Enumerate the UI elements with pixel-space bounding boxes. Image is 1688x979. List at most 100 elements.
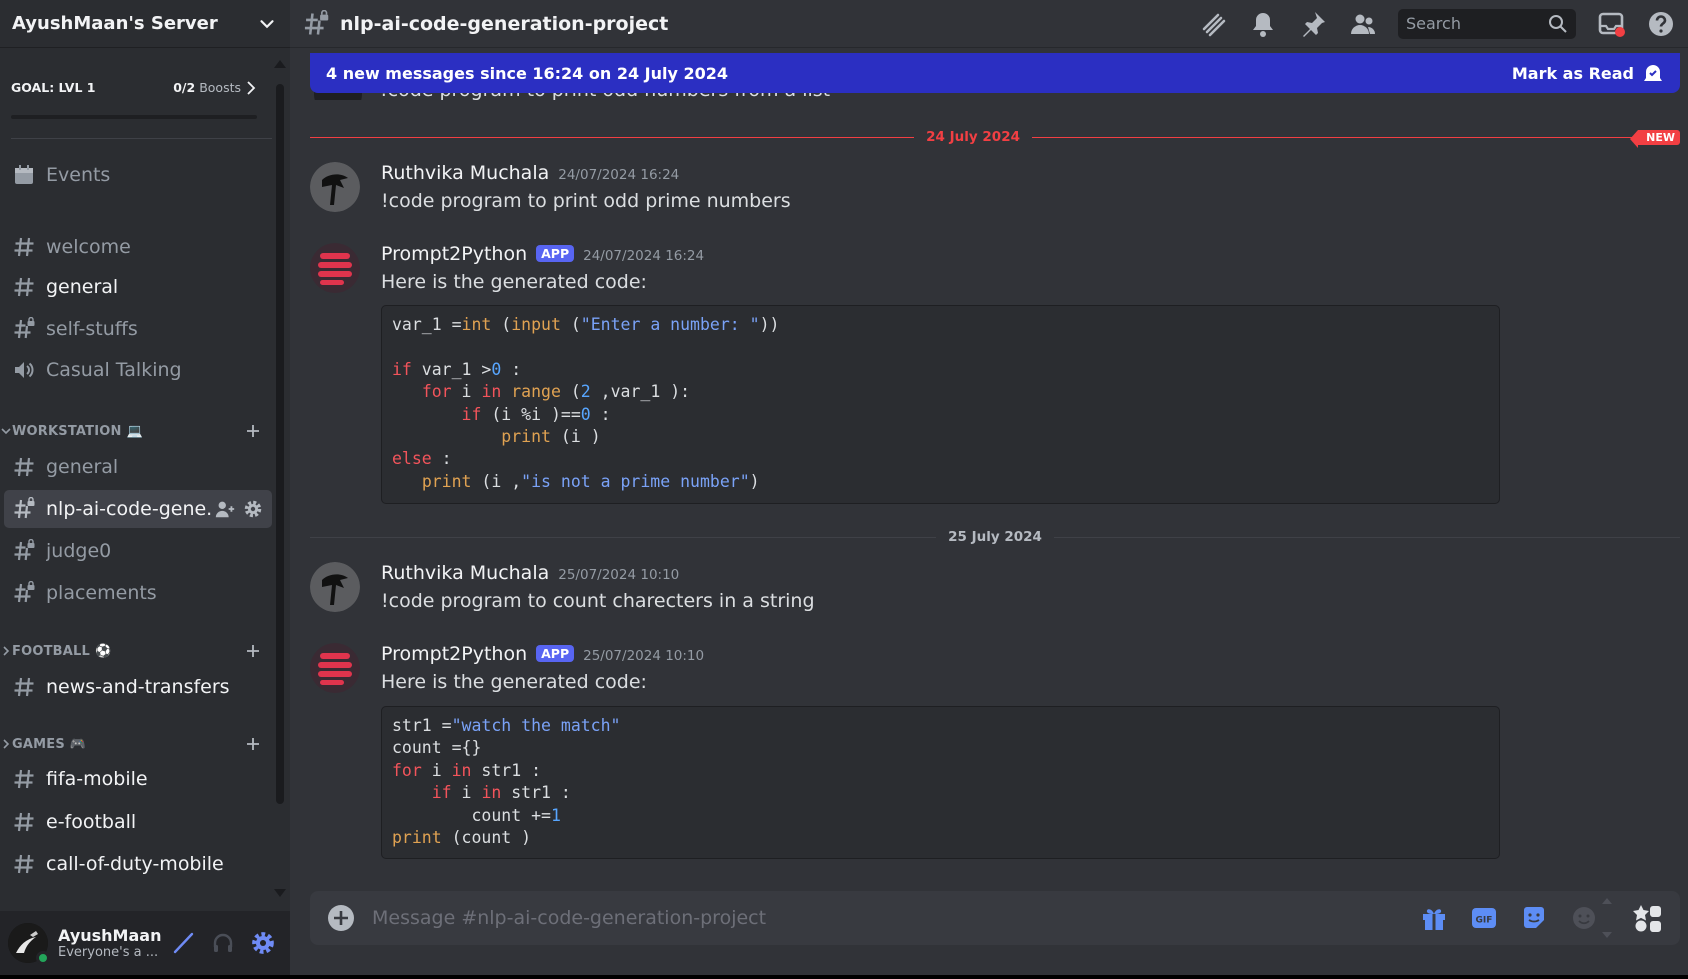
message-text: Here is the generated code: xyxy=(381,671,647,693)
code-block: var_1 =int (input ("Enter a number: ")) … xyxy=(381,305,1500,504)
mute-microphone-icon[interactable] xyxy=(170,930,196,956)
code-block: str1 ="watch the match" count ={} for i … xyxy=(381,706,1500,859)
gif-icon[interactable]: GIF xyxy=(1470,904,1498,932)
header-toolbar: Search xyxy=(1198,8,1676,39)
divider-line xyxy=(310,136,915,138)
composer-scroll-arrows[interactable] xyxy=(1601,896,1613,940)
sidebar-item-events[interactable]: Events xyxy=(4,156,272,194)
avatar-image xyxy=(310,562,360,612)
user-controls xyxy=(170,930,276,956)
add-channel-icon[interactable] xyxy=(244,422,262,440)
boost-goal[interactable]: GOAL: LVL 1 0/2 Boosts xyxy=(11,80,257,95)
composer-tools: GIF xyxy=(1420,904,1598,932)
channel-label: self-stuffs xyxy=(46,318,138,340)
channel-tools xyxy=(214,498,264,520)
date-divider-new: 24 July 2024 NEW xyxy=(310,127,1680,148)
channel-general[interactable]: general xyxy=(4,268,272,306)
emoji-icon[interactable] xyxy=(1570,904,1598,932)
add-attachment-icon[interactable] xyxy=(326,903,356,933)
channel-label: placements xyxy=(46,582,157,604)
invite-member-icon[interactable] xyxy=(214,498,236,520)
chevron-right-icon xyxy=(3,739,10,749)
hashtag-icon xyxy=(14,277,34,297)
channel-fifa-mobile[interactable]: fifa-mobile xyxy=(4,760,272,798)
message: Prompt2Python APP 25/07/2024 10:10 Here … xyxy=(310,643,1510,695)
channel-label: judge0 xyxy=(46,540,112,562)
category-games[interactable]: GAMES 🎮 xyxy=(0,733,272,755)
sidebar-divider xyxy=(11,138,272,139)
locked-hashtag-icon xyxy=(14,581,35,603)
channel-call-of-duty-mobile[interactable]: call-of-duty-mobile xyxy=(4,845,272,883)
channel-welcome[interactable]: welcome xyxy=(4,228,272,266)
message-author[interactable]: Prompt2Python xyxy=(381,243,527,265)
football-emoji: ⚽ xyxy=(95,643,112,659)
events-label: Events xyxy=(46,164,111,186)
user-info[interactable]: AyushMaan Everyone's a ... xyxy=(58,926,170,960)
message: Ruthvika Muchala 24/07/2024 16:24 !code … xyxy=(310,162,1510,214)
category-name: FOOTBALL ⚽ xyxy=(12,644,244,659)
inbox-icon[interactable] xyxy=(1596,9,1626,39)
gift-icon[interactable] xyxy=(1420,904,1448,932)
user-settings-gear-icon[interactable] xyxy=(250,930,276,956)
channel-label: general xyxy=(46,276,119,298)
new-messages-bar[interactable]: 4 new messages since 16:24 on 24 July 20… xyxy=(310,53,1680,93)
category-workstation[interactable]: WORKSTATION 💻 xyxy=(0,420,272,442)
message-author[interactable]: Prompt2Python xyxy=(381,643,527,665)
mark-as-read-button[interactable]: Mark as Read xyxy=(1512,62,1664,84)
boost-count: 0/2 Boosts xyxy=(173,80,257,95)
add-channel-icon[interactable] xyxy=(244,642,262,660)
avatar[interactable] xyxy=(310,162,360,212)
hashtag-icon xyxy=(14,237,34,257)
discord-window: AyushMaan's Server GOAL: LVL 1 0/2 Boost… xyxy=(0,0,1688,975)
channel-self-stuffs[interactable]: self-stuffs xyxy=(4,310,272,348)
hashtag-icon xyxy=(14,812,34,832)
message-timestamp: 25/07/2024 10:10 xyxy=(583,648,705,664)
notification-bell-icon[interactable] xyxy=(1248,9,1278,39)
avatar[interactable] xyxy=(310,562,360,612)
message-input[interactable]: Message #nlp-ai-code-generation-project xyxy=(372,907,1420,929)
message-text: !code program to print odd prime numbers xyxy=(381,190,791,212)
threads-icon[interactable] xyxy=(1198,9,1228,39)
sidebar-scrollbar[interactable] xyxy=(276,84,284,804)
message: Ruthvika Muchala 25/07/2024 10:10 !code … xyxy=(310,562,1510,614)
channel-nlp-ai-code-generation-project[interactable]: nlp-ai-code-gene... xyxy=(4,490,272,528)
channel-workstation-general[interactable]: general xyxy=(4,448,272,486)
add-channel-icon[interactable] xyxy=(244,735,262,753)
chevron-right-icon xyxy=(247,80,256,95)
chevron-down-icon xyxy=(260,19,274,28)
channel-news-and-transfers[interactable]: news-and-transfers xyxy=(4,668,272,706)
divider-date: 24 July 2024 xyxy=(926,129,1020,145)
scroll-down-arrow[interactable] xyxy=(274,889,286,897)
server-header[interactable]: AyushMaan's Server xyxy=(0,0,290,48)
hashtag-icon xyxy=(14,457,34,477)
gear-icon[interactable] xyxy=(242,498,264,520)
channel-e-football[interactable]: e-football xyxy=(4,803,272,841)
message-composer: Message #nlp-ai-code-generation-project … xyxy=(310,891,1680,945)
category-football[interactable]: FOOTBALL ⚽ xyxy=(0,640,272,662)
bot-avatar[interactable] xyxy=(310,643,360,693)
scroll-up-arrow[interactable] xyxy=(274,60,286,68)
app-launcher-icon[interactable] xyxy=(1632,902,1664,934)
search-input[interactable]: Search xyxy=(1398,8,1576,39)
user-status: Everyone's a ... xyxy=(58,945,159,960)
hashtag-icon xyxy=(14,854,34,874)
bot-avatar[interactable] xyxy=(310,243,360,293)
message-author[interactable]: Ruthvika Muchala xyxy=(381,562,549,584)
channel-casual-talking[interactable]: Casual Talking xyxy=(4,351,272,389)
channel-sidebar: AyushMaan's Server GOAL: LVL 1 0/2 Boost… xyxy=(0,0,290,975)
message-timestamp: 24/07/2024 16:24 xyxy=(583,248,705,264)
help-icon[interactable] xyxy=(1646,9,1676,39)
channel-judge0[interactable]: judge0 xyxy=(4,532,272,570)
pin-icon[interactable] xyxy=(1298,9,1328,39)
headphones-icon[interactable] xyxy=(210,930,236,956)
sticker-icon[interactable] xyxy=(1520,904,1548,932)
locked-hashtag-icon xyxy=(14,539,35,561)
server-name: AyushMaan's Server xyxy=(12,13,218,34)
hashtag-icon xyxy=(14,769,34,789)
member-list-icon[interactable] xyxy=(1348,9,1378,39)
message-author[interactable]: Ruthvika Muchala xyxy=(381,162,549,184)
channel-placements[interactable]: placements xyxy=(4,574,272,612)
bot-avatar-image xyxy=(310,243,360,293)
avatar[interactable] xyxy=(8,923,50,965)
category-label: WORKSTATION xyxy=(12,423,122,439)
